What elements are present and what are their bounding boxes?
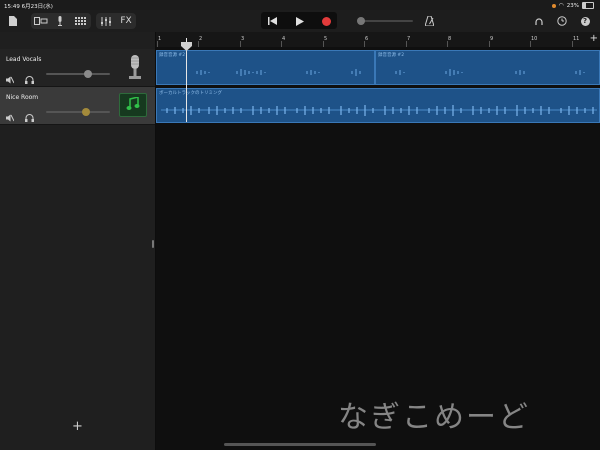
add-track-button[interactable]: +	[72, 419, 83, 434]
volume-knob[interactable]	[82, 108, 90, 116]
bar-number: 4	[282, 36, 286, 42]
audio-region[interactable]: 録音音源 #2	[375, 50, 600, 85]
toolbar: FX ?	[0, 10, 600, 32]
rewind-icon[interactable]	[266, 14, 278, 28]
volume-slider[interactable]	[46, 108, 110, 116]
playhead-handle-icon[interactable]	[181, 36, 192, 51]
waveform	[395, 69, 585, 76]
track-name: Nice Room	[6, 94, 39, 101]
tracks-area[interactable]: 録音音源 #2 録音音源 #2 ボーカルトラックのトリミング	[156, 47, 600, 450]
bar-number: 6	[365, 36, 369, 42]
region-label: 録音音源 #2	[159, 53, 186, 58]
mic-icon[interactable]	[55, 14, 65, 28]
play-icon[interactable]	[294, 14, 306, 28]
metronome-icon[interactable]	[423, 14, 435, 28]
battery-text: 23%	[566, 2, 579, 9]
home-indicator[interactable]	[224, 443, 376, 446]
track-lane-lead-vocals: 録音音源 #2 録音音源 #2	[156, 49, 600, 86]
status-bar: 15:49 6月23日(水) ◠ 23%	[0, 0, 600, 10]
location-icon	[551, 3, 556, 8]
watermark: なぎこめーど	[338, 400, 530, 435]
waveform	[161, 105, 597, 116]
track-lane-nice-room: ボーカルトラックのトリミング	[156, 87, 600, 124]
fx-button[interactable]: FX	[118, 14, 134, 28]
bar-number: 11	[573, 36, 580, 42]
track-name: Lead Vocals	[6, 56, 42, 63]
status-time-date: 15:49 6月23日(水)	[4, 2, 53, 10]
record-icon[interactable]	[320, 14, 332, 28]
battery-icon	[582, 2, 594, 9]
volume-slider[interactable]	[46, 70, 110, 78]
help-icon[interactable]: ?	[579, 14, 591, 28]
mute-icon[interactable]	[6, 107, 15, 122]
region-label: ボーカルトラックのトリミング	[159, 91, 222, 96]
audio-region[interactable]: 録音音源 #2	[156, 50, 375, 85]
add-section-button[interactable]: +	[590, 33, 598, 44]
headphones-icon[interactable]	[25, 107, 34, 122]
region-label: 録音音源 #2	[378, 53, 405, 58]
bar-number: 1	[158, 36, 162, 42]
timeline-ruler[interactable]: 1 2 3 4 5 6 7 8 9 10 11 +	[156, 32, 600, 47]
mute-icon[interactable]	[6, 69, 15, 84]
music-note-icon	[119, 93, 147, 117]
mixer-icon[interactable]	[100, 14, 112, 28]
headphones-icon[interactable]	[25, 69, 34, 84]
wifi-icon: ◠	[558, 2, 564, 9]
resize-handle[interactable]	[152, 240, 154, 248]
view-toggle-icon[interactable]	[33, 14, 49, 28]
master-volume-knob[interactable]	[357, 17, 365, 25]
bar-number: 2	[199, 36, 203, 42]
clock-icon[interactable]	[556, 14, 568, 28]
loop-icon[interactable]	[533, 14, 545, 28]
keyboard-grid-icon[interactable]	[73, 14, 87, 28]
track-header-nice-room[interactable]: Nice Room	[0, 87, 155, 125]
track-header-lead-vocals[interactable]: Lead Vocals	[0, 49, 155, 87]
bar-number: 5	[324, 36, 328, 42]
track-headers-panel: Lead Vocals Nice Room +	[0, 32, 155, 450]
bar-number: 8	[448, 36, 452, 42]
bar-number: 10	[531, 36, 538, 42]
volume-knob[interactable]	[84, 70, 92, 78]
bar-number: 3	[241, 36, 245, 42]
audio-region[interactable]: ボーカルトラックのトリミング	[156, 88, 600, 123]
document-icon[interactable]	[8, 15, 18, 27]
master-volume-slider[interactable]	[357, 17, 413, 25]
microphone-icon	[122, 55, 148, 79]
bar-number: 9	[490, 36, 494, 42]
waveform	[196, 69, 361, 76]
status-right: ◠ 23%	[551, 2, 594, 9]
bar-number: 7	[407, 36, 411, 42]
